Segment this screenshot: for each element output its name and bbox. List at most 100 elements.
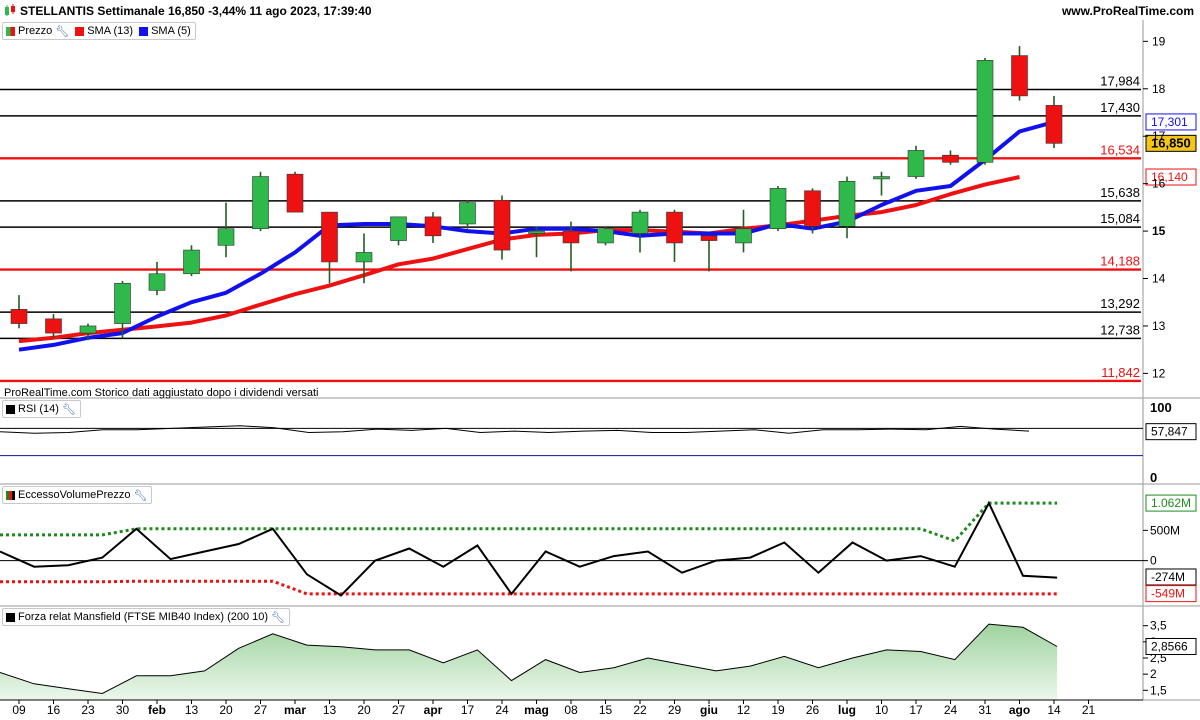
vol-tick-label: 0: [1150, 554, 1157, 568]
price-legend[interactable]: Prezzo 🔧︎ SMA (13) SMA (5): [2, 22, 196, 40]
x-tick-label: 30: [116, 703, 130, 717]
price-tag: 17,301: [1151, 115, 1188, 129]
x-tick-label: 15: [599, 703, 613, 717]
x-tick-label: 20: [357, 703, 371, 717]
candle-body: [148, 273, 166, 291]
candle-body: [528, 230, 545, 234]
candle-body: [804, 190, 821, 227]
candle-body: [562, 230, 580, 244]
x-tick-label: 31: [978, 703, 992, 717]
y-tick-label: 14: [1152, 272, 1166, 286]
level-label: 12,738: [1100, 322, 1140, 337]
vol-tag: 1.062M: [1151, 496, 1191, 510]
rsi-tick-label: 100: [1150, 400, 1172, 415]
sma13-legend-label: SMA (13): [87, 25, 134, 37]
wrench-icon[interactable]: 🔧︎: [62, 403, 76, 416]
candle-body: [114, 282, 131, 324]
level-label: 13,292: [1100, 296, 1140, 311]
candle-body: [493, 199, 511, 251]
x-tick-label: 17: [461, 703, 475, 717]
candle-body: [976, 60, 994, 163]
mans-tick-label: 1,5: [1150, 683, 1167, 697]
mansfield-area: [0, 624, 1058, 700]
x-tick-label: 12: [737, 703, 751, 717]
candle-body: [769, 188, 787, 230]
rsi-line: [0, 425, 1030, 434]
volume-legend[interactable]: EccessoVolumePrezzo 🔧︎: [2, 486, 153, 504]
x-tick-label: 23: [81, 703, 95, 717]
rsi-tick-label: 0: [1150, 470, 1157, 485]
rsi-swatch-icon: [6, 404, 15, 414]
x-tick-label: 27: [254, 703, 268, 717]
vol-tag: -274M: [1151, 570, 1185, 584]
mans-tick-label: 2: [1150, 667, 1157, 681]
x-tick-label: 14: [1047, 703, 1061, 717]
y-tick-label: 13: [1152, 319, 1166, 333]
candle-body: [942, 154, 959, 163]
x-tick-label: apr: [424, 703, 443, 717]
x-tick-label: mag: [524, 703, 549, 717]
candle-body: [735, 228, 752, 244]
candle-body: [424, 216, 442, 237]
candle-body: [321, 211, 338, 263]
level-label: 11,842: [1101, 365, 1140, 380]
level-label: 14,188: [1100, 254, 1140, 269]
candle-body: [45, 318, 62, 334]
vol-tick-label: 500M: [1150, 523, 1180, 537]
x-tick-label: 13: [185, 703, 199, 717]
level-label: 17,430: [1100, 100, 1140, 115]
x-tick-label: 10: [875, 703, 889, 717]
y-tick-label: 17: [1152, 129, 1166, 143]
sma13-swatch-icon: [75, 26, 85, 36]
candle-body: [217, 228, 235, 246]
candle-body: [459, 202, 476, 225]
volume-upper-band: [0, 501, 1058, 543]
wrench-icon[interactable]: 🔧︎: [271, 611, 285, 624]
candle-body: [1045, 105, 1063, 144]
candle-body: [252, 176, 269, 230]
x-tick-label: 13: [323, 703, 337, 717]
x-tick-label: 08: [564, 703, 578, 717]
x-tick-label: giu: [700, 703, 718, 717]
mans-tick-label: 3,5: [1150, 619, 1167, 633]
x-tick-label: 20: [219, 703, 233, 717]
sma5-legend-label: SMA (5): [151, 25, 191, 37]
candle-body: [907, 150, 925, 177]
level-label: 17,984: [1100, 74, 1140, 89]
rsi-legend[interactable]: RSI (14) 🔧︎: [2, 400, 81, 418]
rsi-tag: 57,847: [1151, 425, 1188, 439]
wrench-icon[interactable]: 🔧︎: [55, 25, 69, 38]
x-tick-label: 19: [771, 703, 785, 717]
y-tick-label: 18: [1152, 82, 1166, 96]
sma5-swatch-icon: [139, 26, 149, 36]
footnote: ProRealTime.com Storico dati aggiustato …: [4, 387, 318, 399]
sma13-line: [18, 175, 1020, 344]
candle-body: [390, 216, 407, 241]
mans-tag: 2,8566: [1151, 639, 1188, 653]
candle-body: [631, 211, 649, 234]
y-tick-label: 12: [1152, 366, 1166, 380]
level-label: 15,084: [1100, 211, 1140, 226]
y-tick-label: 15: [1152, 224, 1166, 238]
x-tick-label: 16: [47, 703, 61, 717]
x-tick-label: 24: [495, 703, 509, 717]
wrench-icon[interactable]: 🔧︎: [134, 489, 148, 502]
candle-body: [1011, 55, 1028, 97]
candle-body: [10, 309, 28, 324]
candle-body: [183, 249, 200, 275]
mansfield-legend[interactable]: Forza relat Mansfield (FTSE MIB40 Index)…: [2, 608, 291, 626]
candle-body: [838, 180, 856, 227]
mansfield-swatch-icon: [6, 612, 15, 622]
level-label: 16,534: [1100, 142, 1140, 157]
mansfield-legend-label: Forza relat Mansfield (FTSE MIB40 Index)…: [18, 611, 269, 623]
x-tick-label: 17: [909, 703, 923, 717]
candle-body: [597, 228, 614, 244]
volume-lower-band: [0, 579, 1058, 596]
x-tick-label: mar: [284, 703, 306, 717]
candle-body: [700, 235, 718, 241]
x-tick-label: 24: [944, 703, 958, 717]
x-tick-label: 22: [633, 703, 647, 717]
rsi-legend-label: RSI (14): [18, 403, 59, 415]
y-tick-label: 16: [1152, 177, 1166, 191]
price-legend-label: Prezzo: [18, 25, 53, 37]
